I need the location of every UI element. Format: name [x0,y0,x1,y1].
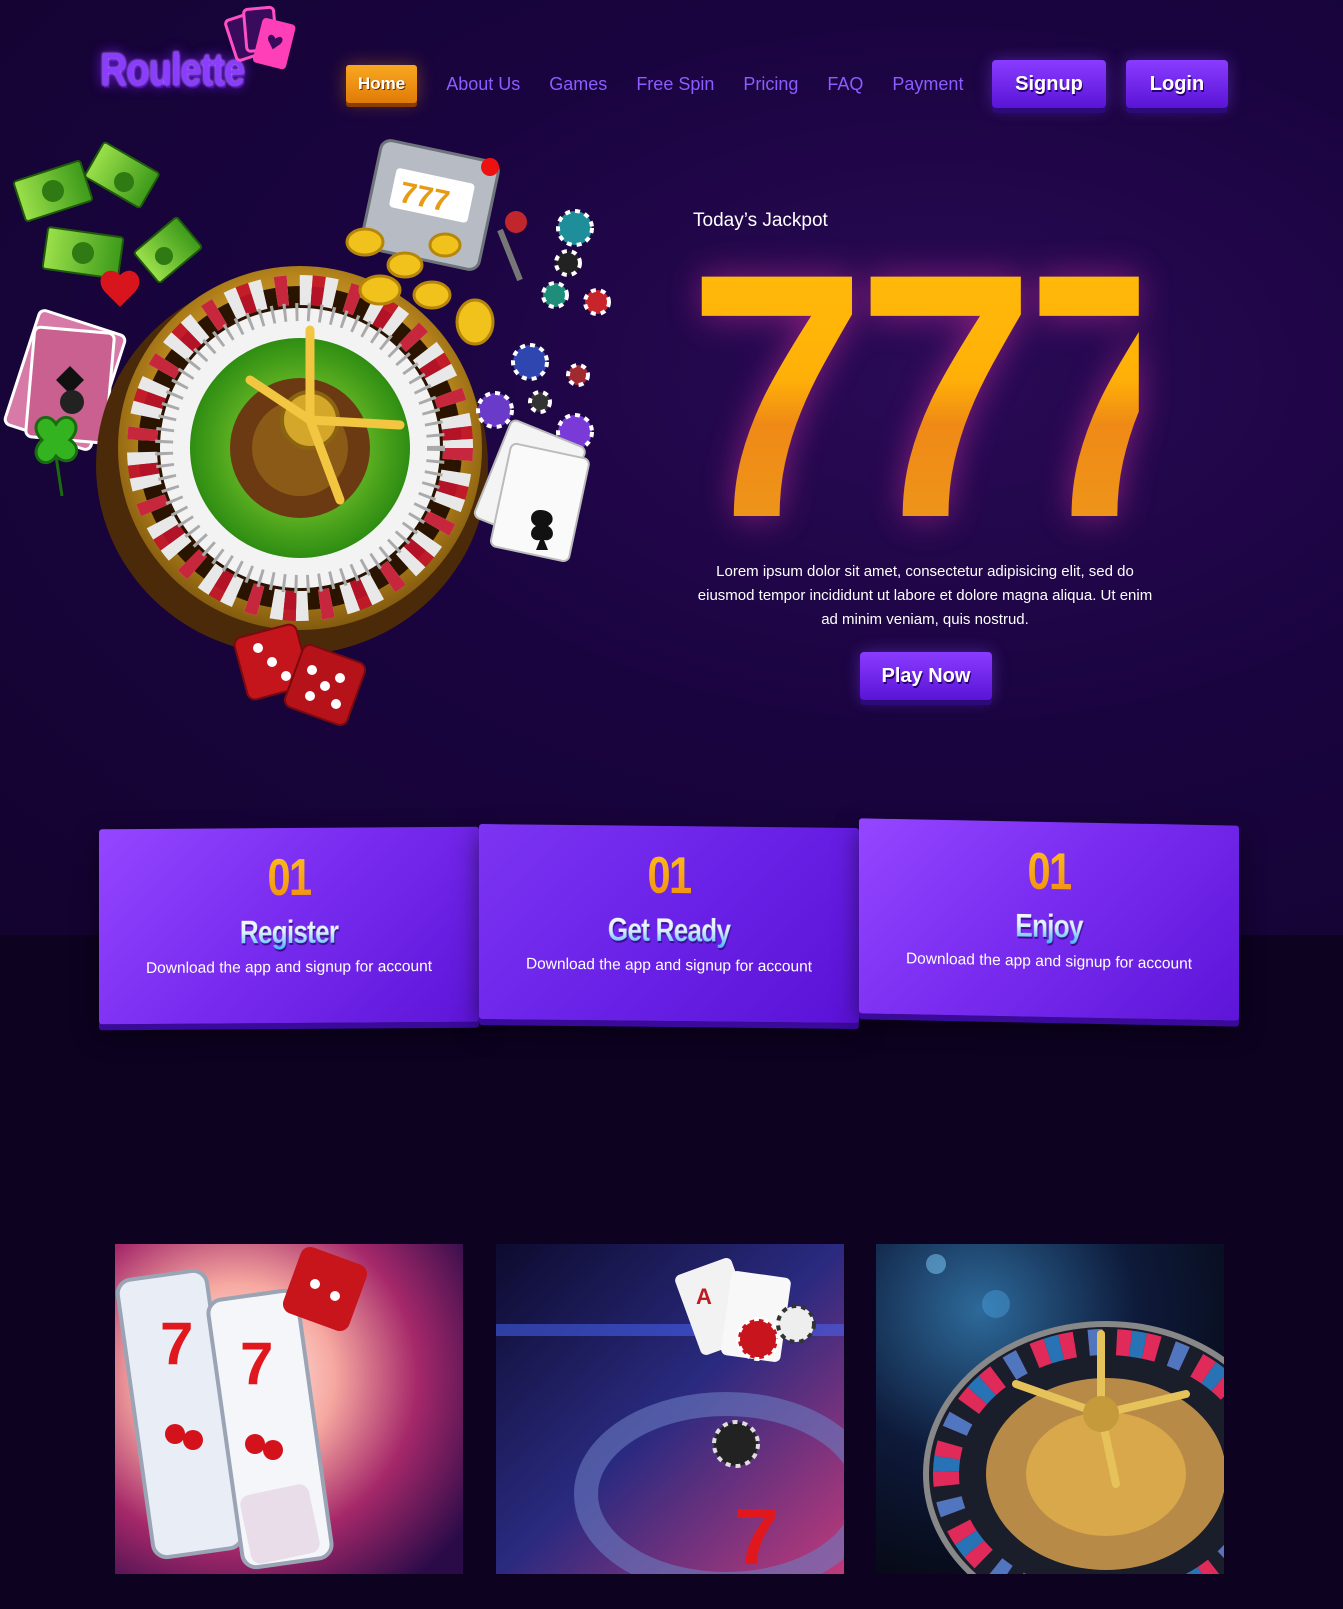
casino-chips-icon [476,209,611,451]
jackpot-value: 777 [688,201,1204,590]
game-card-roulette[interactable] [876,1244,1224,1574]
step-card-enjoy: 01 Enjoy Download the app and signup for… [859,818,1239,1021]
signup-button[interactable]: Signup [992,60,1106,108]
casino-illustration: 777 [3,139,611,727]
svg-text:7: 7 [240,1330,273,1397]
slot-machine-icon: 777 [360,139,527,282]
step-title: Enjoy [893,905,1205,948]
clover-icon [34,415,79,497]
step-description: Download the app and signup for account [145,958,433,977]
step-title: Get Ready [513,910,825,950]
nav-faq[interactable]: FAQ [827,74,863,95]
game-card-cards[interactable]: A 7 [496,1244,844,1574]
svg-text:A: A [696,1284,712,1309]
cards-chips-roulette-image: A 7 [496,1244,844,1574]
nav-pricing[interactable]: Pricing [743,74,798,95]
dollar-bills-icon [13,141,203,284]
play-now-button[interactable]: Play Now [860,652,992,700]
nav-games[interactable]: Games [549,74,607,95]
login-button[interactable]: Login [1126,60,1228,108]
step-number: 01 [137,847,441,909]
nav-about-us[interactable]: About Us [446,74,520,95]
svg-text:7: 7 [734,1492,779,1574]
game-card-slots[interactable]: 7 7 [115,1244,463,1574]
roulette-wheel-icon [96,266,488,655]
slot-reels-dice-image: 7 7 [115,1244,463,1574]
step-description: Download the app and signup for account [905,950,1193,973]
brand-logo[interactable]: Roulette [100,42,245,96]
hero-description: Lorem ipsum dolor sit amet, consectetur … [697,563,1153,628]
main-nav: Home About Us Games Free Spin Pricing FA… [346,64,992,104]
step-card-get-ready: 01 Get Ready Download the app and signup… [479,824,859,1023]
roulette-wheel-closeup-image [876,1244,1224,1574]
step-description: Download the app and signup for account [525,955,813,976]
step-card-register: 01 Register Download the app and signup … [99,826,479,1025]
related-games-heading: Related Games [0,1134,1343,1194]
nav-free-spin[interactable]: Free Spin [636,74,714,95]
playing-cards-icon [224,5,296,70]
step-number: 01 [517,844,821,907]
nav-home[interactable]: Home [346,65,418,103]
svg-text:7: 7 [160,1310,193,1377]
nav-payment[interactable]: Payment [892,74,963,95]
step-title: Register [133,913,445,952]
step-number: 01 [897,839,1201,905]
